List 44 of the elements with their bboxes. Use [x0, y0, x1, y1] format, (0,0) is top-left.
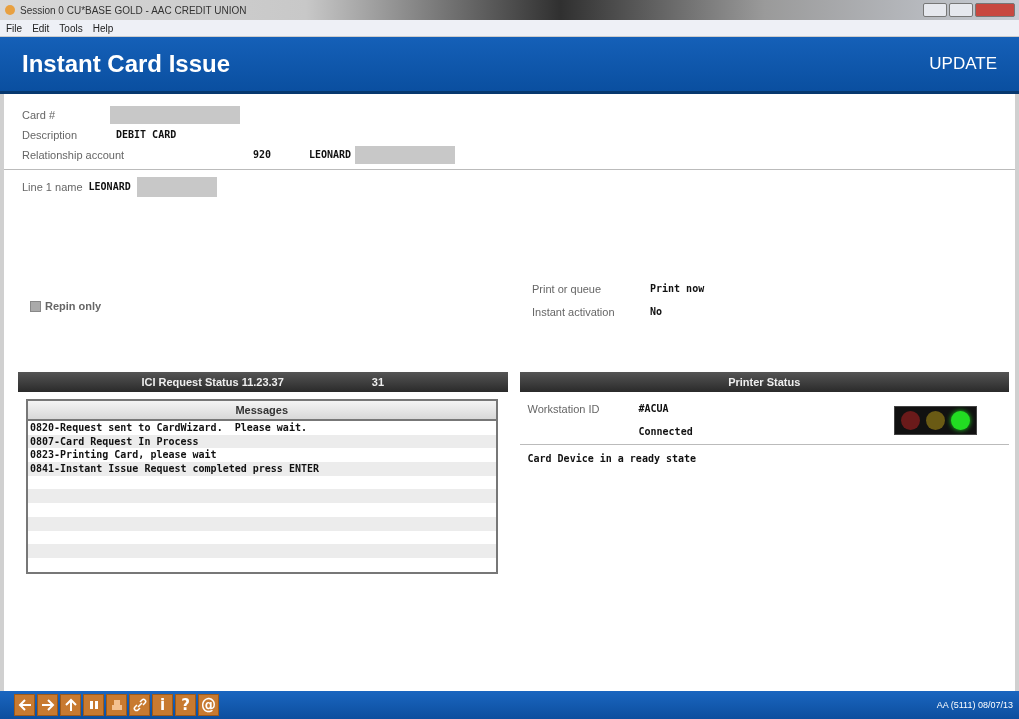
device-message: Card Device in a ready state — [526, 452, 698, 466]
field-value: LEONARD — [309, 149, 352, 160]
field-label: Workstation ID — [527, 402, 601, 415]
message-line: 0823-Printing Card, please wait — [29, 448, 218, 463]
field-label: Instant activation — [532, 305, 616, 318]
pause-button[interactable] — [83, 694, 104, 716]
field-value: No — [650, 306, 663, 317]
back-button[interactable] — [14, 694, 35, 716]
field-label: Relationship account — [22, 148, 126, 161]
forward-button[interactable] — [37, 694, 58, 716]
request-count: 31 — [371, 376, 385, 388]
minimize-button[interactable] — [923, 3, 947, 17]
field-value: DEBIT CARD — [116, 129, 177, 140]
up-button[interactable] — [60, 694, 81, 716]
menu-item[interactable]: Edit — [32, 22, 50, 34]
field-value: LEONARD — [88, 181, 131, 192]
page-title: Instant Card Issue — [22, 50, 231, 78]
window-title: Session 0 CU*BASE GOLD - AAC CREDIT UNION — [20, 4, 247, 16]
mode-label: UPDATE — [929, 54, 997, 74]
section-title: Printer Status — [728, 376, 801, 388]
checkbox-label: Repin only — [45, 300, 102, 312]
field-label: Card # — [22, 108, 57, 121]
print-button[interactable] — [106, 694, 127, 716]
status-text: AA (5111) 08/07/13 — [936, 700, 1013, 710]
field-label: Line 1 name — [22, 180, 83, 193]
right-arrow-icon — [39, 697, 56, 713]
maximize-button[interactable] — [949, 3, 973, 17]
app-icon — [4, 4, 16, 16]
link-icon — [131, 697, 148, 713]
left-arrow-icon — [16, 697, 33, 713]
field-value: Print now — [650, 283, 705, 294]
menu-item[interactable]: File — [6, 22, 23, 34]
connection-status: Connected — [638, 426, 693, 437]
menu-item[interactable]: Tools — [59, 22, 83, 34]
checkbox[interactable] — [30, 300, 41, 312]
column-header: Messages — [28, 401, 496, 421]
link-button[interactable] — [129, 694, 150, 716]
menu-item[interactable]: Help — [92, 22, 114, 34]
section-title: ICI Request Status 11.23.37 — [141, 376, 284, 388]
field-label: Print or queue — [532, 282, 603, 295]
field-value: #ACUA — [638, 403, 669, 414]
field-value: 920 — [253, 149, 273, 160]
field-label: Description — [22, 128, 79, 141]
message-line: 0820-Request sent to CardWizard. Please wait. — [29, 421, 308, 435]
